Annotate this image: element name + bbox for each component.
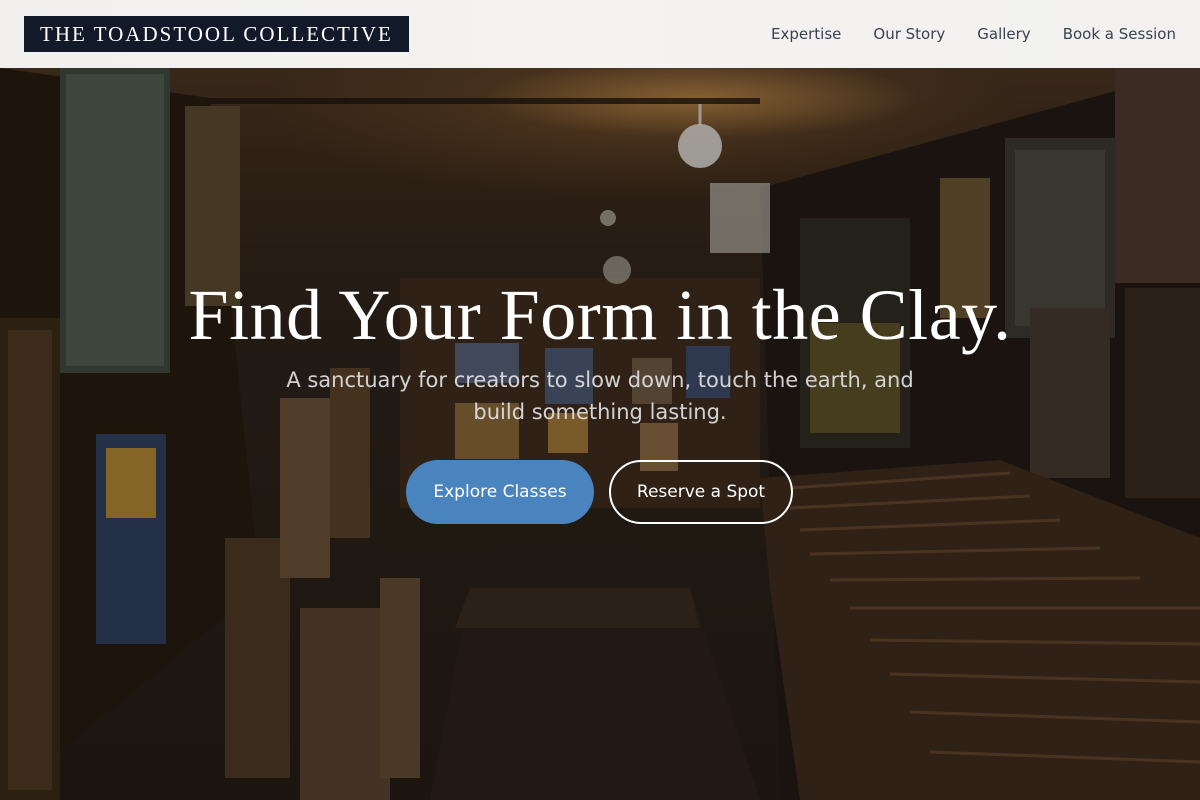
nav-link-our-story[interactable]: Our Story: [873, 25, 945, 43]
site-header: THE TOADSTOOL COLLECTIVE Expertise Our S…: [0, 0, 1200, 68]
hero-title: Find Your Form in the Clay.: [188, 275, 1012, 355]
main-nav: Expertise Our Story Gallery Book a Sessi…: [771, 25, 1176, 43]
nav-link-book-session[interactable]: Book a Session: [1063, 25, 1176, 43]
reserve-spot-button[interactable]: Reserve a Spot: [609, 460, 793, 524]
site-logo[interactable]: THE TOADSTOOL COLLECTIVE: [24, 16, 409, 52]
nav-link-gallery[interactable]: Gallery: [977, 25, 1030, 43]
hero-button-row: Explore Classes Reserve a Spot: [0, 460, 1200, 524]
hero-content: Find Your Form in the Clay. A sanctuary …: [0, 68, 1200, 800]
nav-link-expertise[interactable]: Expertise: [771, 25, 841, 43]
hero-subtitle: A sanctuary for creators to slow down, t…: [286, 368, 914, 424]
explore-classes-button[interactable]: Explore Classes: [406, 460, 594, 524]
hero-section: Find Your Form in the Clay. A sanctuary …: [0, 68, 1200, 800]
